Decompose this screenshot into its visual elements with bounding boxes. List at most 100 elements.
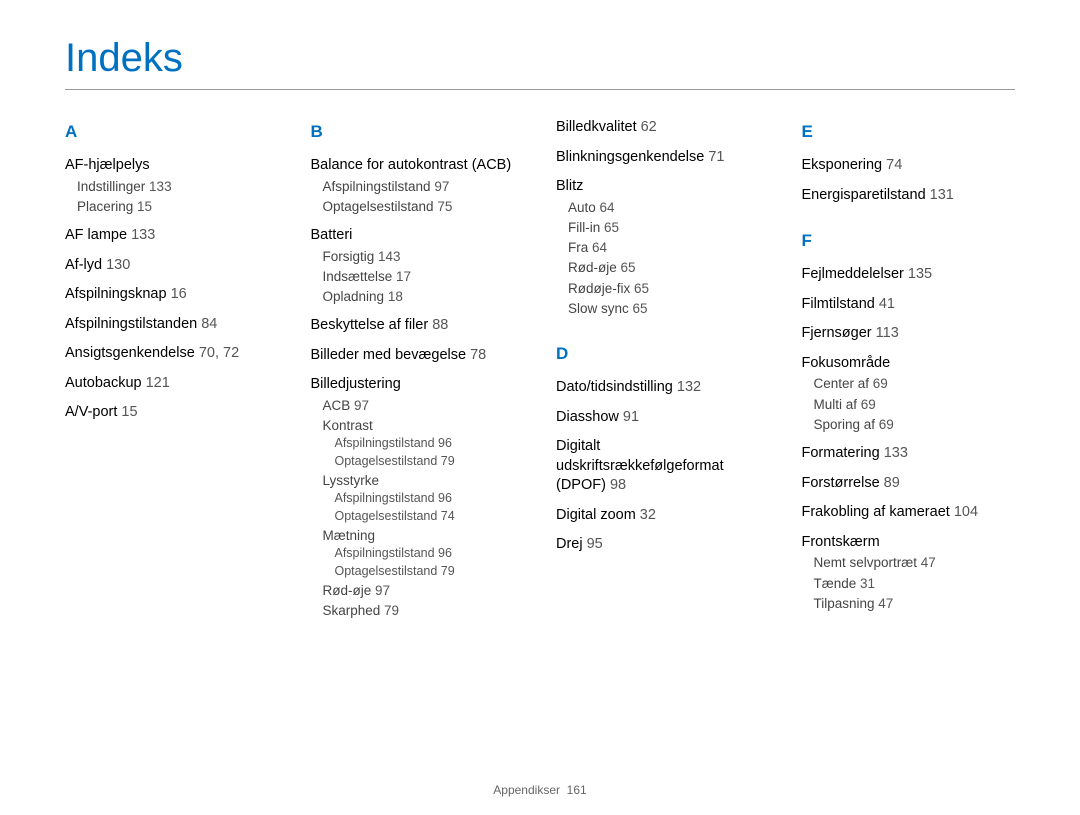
sub-term: Tænde: [814, 576, 857, 591]
sub-entry: Placering 15: [77, 198, 279, 216]
entry-page: 15: [117, 404, 137, 420]
entry-page: 70, 72: [195, 345, 239, 361]
sub-term: Nemt selvportræt: [814, 555, 918, 570]
sub-term: Placering: [77, 199, 133, 214]
entry-page: 95: [583, 536, 603, 552]
sub-term: ACB: [323, 398, 351, 413]
sub-entry: Opladning 18: [323, 288, 525, 306]
entry-page: 98: [606, 477, 626, 493]
entry-term: AF lampe: [65, 227, 127, 243]
subsub-entry: Afspilningstilstand 96: [335, 490, 525, 507]
entry-term: Afspilningsknap: [65, 286, 167, 302]
entry-term: Billedkvalitet: [556, 119, 637, 135]
entry-page: 71: [704, 149, 724, 165]
index-entry: Formatering 133: [802, 444, 1016, 464]
section-letter: E: [802, 122, 1016, 142]
index-entry: Billedkvalitet 62: [556, 118, 770, 138]
index-entry: AF lampe 133: [65, 226, 279, 246]
entry-page: 32: [636, 507, 656, 523]
sub-term: Skarphed: [323, 603, 381, 618]
entry-term: Blinkningsgenkendelse: [556, 149, 704, 165]
sub-term: Forsigtig: [323, 249, 375, 264]
sub-page: 64: [588, 240, 607, 255]
entry-page: 74: [882, 157, 902, 173]
index-column: Billedkvalitet 62 Blinkningsgenkendelse 7…: [556, 118, 770, 630]
index-entry: BilledjusteringACB 97KontrastAfspilnings…: [311, 375, 525, 620]
entry-page: 135: [904, 266, 932, 282]
sub-entry: Fill-in 65: [568, 219, 770, 237]
index-entry: Eksponering 74: [802, 156, 1016, 176]
entry-sub: Nemt selvportræt 47 Tænde 31 Tilpasning 47: [802, 554, 1016, 613]
sub-page: 65: [630, 281, 649, 296]
entry-term: Billeder med bevægelse: [311, 347, 467, 363]
subsub-entry: Afspilningstilstand 96: [335, 545, 525, 562]
sub-term: Indstillinger: [77, 179, 145, 194]
entry-sub: Indstillinger 133Placering 15: [65, 178, 279, 216]
sub-page: 31: [856, 576, 875, 591]
sub-page: 97: [431, 179, 450, 194]
footer-page: 161: [567, 783, 587, 797]
sub-entry: Indsættelse 17: [323, 268, 525, 286]
entry-page: 131: [926, 187, 954, 203]
entry-term: Digital zoom: [556, 507, 636, 523]
entry-term: Frontskærm: [802, 534, 880, 550]
sub-entry: Nemt selvportræt 47: [814, 554, 1016, 572]
footer-label: Appendikser: [493, 783, 560, 797]
sub-term: Opladning: [323, 289, 385, 304]
index-entry: Dato/tidsindstilling 132: [556, 378, 770, 398]
sub-term: Kontrast: [323, 418, 373, 433]
sub-sub: Afspilningstilstand 96Optagelsestilstand…: [323, 545, 525, 580]
entry-term: Digitalt udskriftsrækkefølgeformat (DPOF…: [556, 438, 724, 493]
index-column: EEksponering 74Energisparetilstand 131FF…: [802, 118, 1016, 630]
sub-entry: Rødøje-fix 65: [568, 280, 770, 298]
sub-term: Multi af: [814, 397, 858, 412]
sub-entry: Optagelsestilstand 75: [323, 198, 525, 216]
index-entry: Af-lyd 130: [65, 256, 279, 276]
sub-term: Tilpasning: [814, 596, 875, 611]
index-entry: Fejlmeddelelser 135: [802, 265, 1016, 285]
sub-term: Fill-in: [568, 220, 600, 235]
sub-entry: Sporing af 69: [814, 416, 1016, 434]
entry-page: 130: [102, 257, 130, 273]
sub-page: 143: [374, 249, 400, 264]
footer: Appendikser 161: [0, 783, 1080, 797]
sub-term: Slow sync: [568, 301, 629, 316]
entry-page: 41: [875, 296, 895, 312]
index-entry: A/V-port 15: [65, 403, 279, 423]
entry-term: Diasshow: [556, 409, 619, 425]
sub-term: Auto: [568, 200, 596, 215]
entry-term: Eksponering: [802, 157, 883, 173]
entry-term: Fejlmeddelelser: [802, 266, 904, 282]
section-letter: B: [311, 122, 525, 142]
sub-entry: Forsigtig 143: [323, 248, 525, 266]
sub-page: 97: [371, 583, 390, 598]
entry-sub: ACB 97KontrastAfspilningstilstand 96Opta…: [311, 397, 525, 621]
sub-entry: MætningAfspilningstilstand 96Optagelsest…: [323, 527, 525, 580]
entry-term: AF-hjælpelys: [65, 157, 150, 173]
sub-term: Indsættelse: [323, 269, 393, 284]
sub-page: 47: [875, 596, 894, 611]
index-entry: Billeder med bevægelse 78: [311, 346, 525, 366]
entry-term: Fjernsøger: [802, 325, 872, 341]
entry-term: Dato/tidsindstilling: [556, 379, 673, 395]
index-entry: BatteriForsigtig 143Indsættelse 17Opladn…: [311, 226, 525, 306]
index-entry: Forstørrelse 89: [802, 474, 1016, 494]
sub-entry: Auto 64: [568, 199, 770, 217]
entry-page: 88: [428, 317, 448, 333]
sub-page: 15: [133, 199, 152, 214]
sub-term: Rød-øje: [323, 583, 372, 598]
entry-sub: Afspilningstilstand 97Optagelsestilstand…: [311, 178, 525, 216]
sub-page: 64: [596, 200, 615, 215]
index-entry: Filmtilstand 41: [802, 295, 1016, 315]
sub-page: 97: [350, 398, 369, 413]
sub-entry: Skarphed 79: [323, 602, 525, 620]
entry-page: 62: [637, 119, 657, 135]
entry-term: Balance for autokontrast (ACB): [311, 157, 512, 173]
sub-sub: Afspilningstilstand 96Optagelsestilstand…: [323, 435, 525, 470]
sub-page: 69: [875, 417, 894, 432]
index-entry: Balance for autokontrast (ACB) Afspilning…: [311, 156, 525, 216]
index-entry: FokusområdeCenter af 69Multi af 69Sporin…: [802, 354, 1016, 434]
sub-entry: Center af 69: [814, 375, 1016, 393]
sub-page: 69: [857, 397, 876, 412]
subsub-entry: Optagelsestilstand 79: [335, 453, 525, 470]
